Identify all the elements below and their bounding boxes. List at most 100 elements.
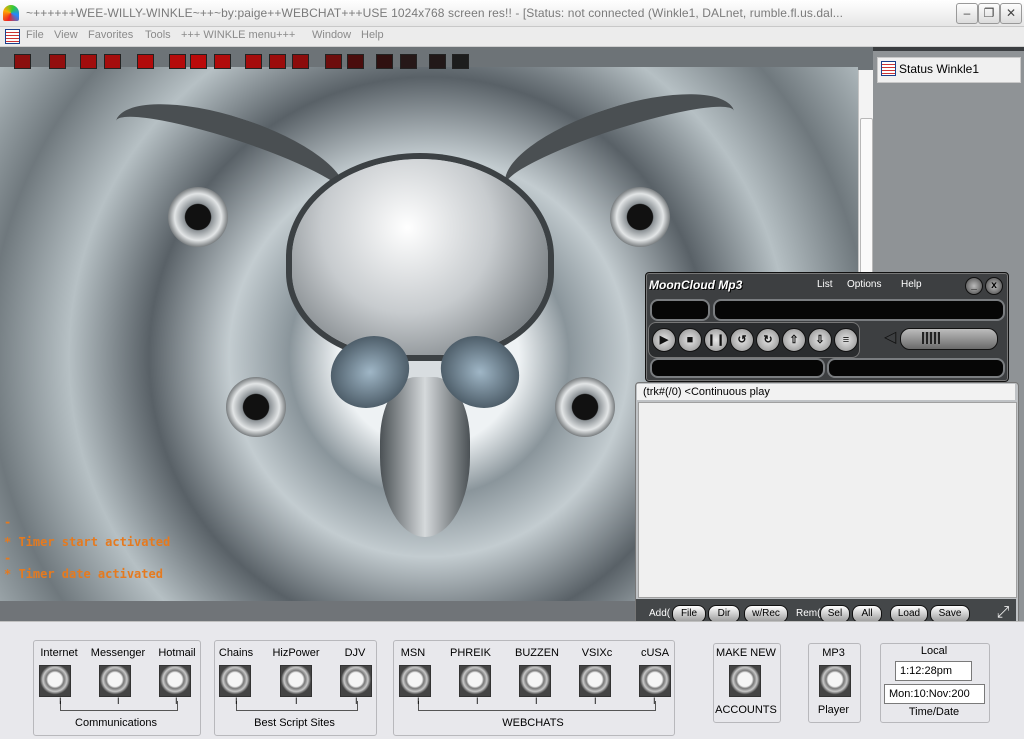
color-swatch[interactable] <box>376 54 393 69</box>
artwork-cannon <box>555 377 615 437</box>
color-swatch[interactable] <box>292 54 309 69</box>
mp3-player-button[interactable] <box>819 665 851 697</box>
color-swatch[interactable] <box>269 54 286 69</box>
menu-winkle[interactable]: +++ WINKLE menu+++ <box>181 29 295 44</box>
color-swatch[interactable] <box>49 54 66 69</box>
playlist-list[interactable] <box>638 402 1017 598</box>
messenger-label: Messenger <box>90 647 146 659</box>
menu-help[interactable]: Help <box>361 29 384 44</box>
volume-slider-handle[interactable] <box>922 332 940 344</box>
make-new-accounts-button[interactable] <box>729 665 761 697</box>
playlist-button[interactable]: ≡ <box>834 328 858 352</box>
scrollbar-thumb[interactable] <box>860 118 873 280</box>
menu-view[interactable]: View <box>54 29 78 44</box>
cusa-button[interactable] <box>639 665 671 697</box>
switchbar-edge <box>873 47 1024 51</box>
status-window-icon <box>881 61 896 76</box>
player-label: Player <box>817 704 850 716</box>
time-date-caption: Time/Date <box>908 706 960 718</box>
play-button[interactable]: ▶ <box>652 328 676 352</box>
mp3-menu-help[interactable]: Help <box>901 279 922 290</box>
app-logo-icon[interactable] <box>3 5 19 21</box>
mp3-minimize-button[interactable]: _ <box>965 277 983 295</box>
color-swatch[interactable] <box>190 54 207 69</box>
color-swatch[interactable] <box>80 54 97 69</box>
phreik-button[interactable] <box>459 665 491 697</box>
color-swatch[interactable] <box>452 54 469 69</box>
log-line: - <box>4 515 12 529</box>
window-title: ~++++++WEE-WILLY-WINKLE~++~by:paige++WEB… <box>26 6 844 20</box>
color-swatch[interactable] <box>325 54 342 69</box>
next-track-button[interactable]: ↻ <box>756 328 780 352</box>
local-time-field: 1:12:28pm <box>895 661 972 681</box>
connector-mark: I <box>417 696 420 706</box>
connector-mark: I <box>535 696 538 706</box>
script-sites-caption: Best Script Sites <box>254 717 335 729</box>
phreik-label: PHREIK <box>450 647 491 659</box>
group-connector: III <box>59 697 178 711</box>
connector-mark: I <box>295 696 298 706</box>
menu-tools[interactable]: Tools <box>145 29 171 44</box>
connector-mark: I <box>653 696 656 706</box>
status-window-icon[interactable] <box>5 29 20 44</box>
color-swatch[interactable] <box>347 54 364 69</box>
mp3-label: MP3 <box>822 647 845 659</box>
mp3-info-display <box>650 358 825 378</box>
msn-button[interactable] <box>399 665 431 697</box>
buzzen-label: BUZZEN <box>515 647 559 659</box>
artwork-cannon <box>226 377 286 437</box>
resize-icon[interactable]: ⤢ <box>994 604 1012 622</box>
connector-mark: I <box>59 696 62 706</box>
hizpower-button[interactable] <box>280 665 312 697</box>
stop-button[interactable]: ■ <box>678 328 702 352</box>
vsixc-label: VSIXc <box>581 647 613 659</box>
djv-button[interactable] <box>340 665 372 697</box>
speaker-icon: ◁ <box>884 329 897 346</box>
color-swatch[interactable] <box>214 54 231 69</box>
move-up-button[interactable]: ⇧ <box>782 328 806 352</box>
color-swatch[interactable] <box>137 54 154 69</box>
vsixc-button[interactable] <box>579 665 611 697</box>
color-swatch[interactable] <box>14 54 31 69</box>
color-swatch[interactable] <box>400 54 417 69</box>
mp3-menu-list[interactable]: List <box>817 279 833 290</box>
cusa-label: cUSA <box>640 647 670 659</box>
menu-favorites[interactable]: Favorites <box>88 29 133 44</box>
hotmail-button[interactable] <box>159 665 191 697</box>
chains-button[interactable] <box>219 665 251 697</box>
previous-track-button[interactable]: ↺ <box>730 328 754 352</box>
mp3-close-button[interactable]: x <box>985 277 1003 295</box>
connector-mark: I <box>235 696 238 706</box>
internet-button[interactable] <box>39 665 71 697</box>
mp3-info-display-2 <box>827 358 1005 378</box>
artwork-jaw <box>380 377 470 537</box>
communications-caption: Communications <box>75 717 157 729</box>
close-button[interactable]: ✕ <box>1000 3 1022 24</box>
color-swatch[interactable] <box>104 54 121 69</box>
chains-label: Chains <box>218 647 254 659</box>
buzzen-button[interactable] <box>519 665 551 697</box>
restore-button[interactable]: ❐ <box>978 3 1000 24</box>
playlist-header: (trk#(/0) <Continuous play <box>637 384 1015 400</box>
artwork-skull <box>292 159 548 355</box>
color-swatch[interactable] <box>169 54 186 69</box>
connector-mark: I <box>117 696 120 706</box>
pause-button[interactable]: ❙❙ <box>704 328 728 352</box>
menu-window[interactable]: Window <box>312 29 351 44</box>
mp3-time-display <box>650 299 710 321</box>
color-swatch[interactable] <box>245 54 262 69</box>
hotmail-label: Hotmail <box>158 647 196 659</box>
artwork-cannon <box>168 187 228 247</box>
messenger-button[interactable] <box>99 665 131 697</box>
djv-label: DJV <box>344 647 366 659</box>
mp3-menu-options[interactable]: Options <box>847 279 881 290</box>
local-date-field: Mon:10:Nov:200 <box>884 684 985 704</box>
minimize-button[interactable]: – <box>956 3 978 24</box>
color-swatch[interactable] <box>429 54 446 69</box>
artwork-cannon <box>610 187 670 247</box>
menu-file[interactable]: File <box>26 29 44 44</box>
playlist-header-text: (trk#(/0) <Continuous play <box>643 386 770 398</box>
log-line: * Timer start activated <box>4 535 171 549</box>
move-down-button[interactable]: ⇩ <box>808 328 832 352</box>
volume-slider[interactable] <box>900 328 998 350</box>
